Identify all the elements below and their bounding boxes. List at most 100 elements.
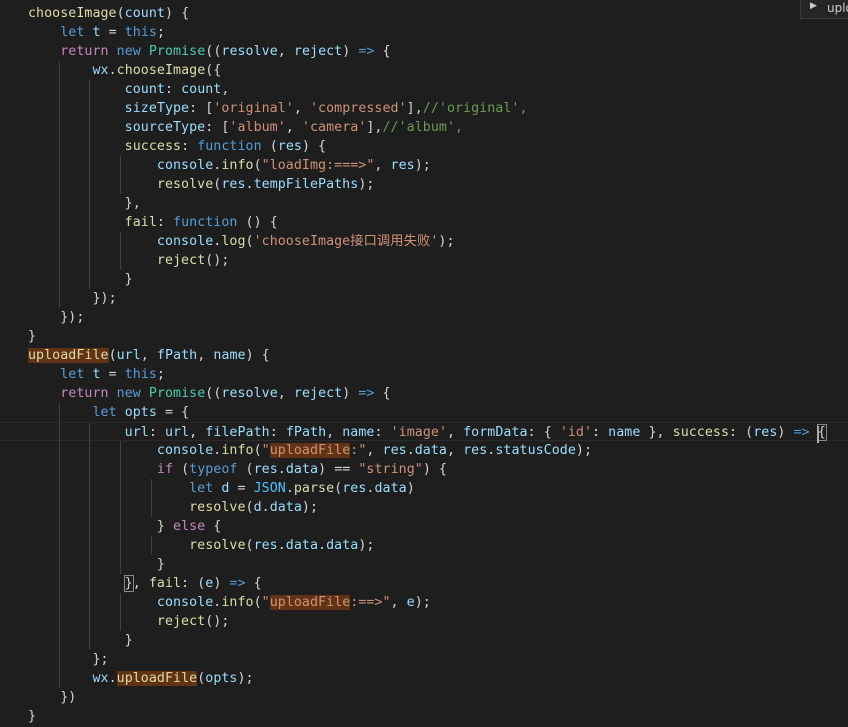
code-line[interactable]: console.info("uploadFile:==>", e); (0, 593, 848, 612)
code-token: ) (406, 481, 415, 496)
code-token: chooseImage (28, 6, 117, 21)
code-token: ) (777, 425, 794, 440)
code-line[interactable]: } (0, 555, 848, 574)
code-line[interactable]: count: count, (0, 80, 848, 99)
code-token: } (28, 329, 37, 344)
code-line[interactable]: let d = JSON.parse(res.data) (0, 479, 848, 498)
code-token: //'original', (422, 101, 528, 116)
code-editor[interactable]: chooseImage(count) { let t = this; retur… (0, 0, 848, 727)
code-token: = { (156, 405, 190, 420)
code-line[interactable]: }, fail: (e) => { (0, 574, 848, 593)
code-line[interactable]: return new Promise((resolve, reject) => … (0, 384, 848, 403)
code-token: log (221, 234, 246, 249)
code-token: wx (92, 63, 109, 78)
code-token: console (156, 234, 214, 249)
code-line[interactable]: reject(); (0, 251, 848, 270)
code-token: , (285, 120, 302, 135)
code-token: . (261, 500, 270, 515)
code-line-text: wx.chooseImage({ (28, 61, 221, 80)
code-token: , (447, 425, 464, 440)
code-line[interactable]: let opts = { (0, 403, 848, 422)
code-line[interactable]: let t = this; (0, 365, 848, 384)
code-line[interactable]: }); (0, 308, 848, 327)
code-line[interactable]: return new Promise((resolve, reject) => … (0, 42, 848, 61)
code-line[interactable]: } (0, 707, 848, 726)
code-line[interactable]: resolve(d.data); (0, 498, 848, 517)
code-line[interactable]: uploadFile(url, fPath, name) { (0, 346, 848, 365)
code-token: count (124, 82, 165, 97)
code-line[interactable]: wx.uploadFile(opts); (0, 669, 848, 688)
code-line[interactable]: } (0, 327, 848, 346)
code-line[interactable]: fail: function () { (0, 213, 848, 232)
code-token: " (261, 595, 270, 610)
code-token: data (326, 538, 359, 553)
code-line[interactable]: wx.chooseImage({ (0, 61, 848, 80)
code-line[interactable]: sizeType: ['original', 'compressed'],//'… (0, 99, 848, 118)
code-line[interactable]: } (0, 270, 848, 289)
code-token: , (189, 425, 206, 440)
code-token: ; (156, 25, 165, 40)
code-token: resolve (221, 44, 278, 59)
code-line[interactable]: resolve(res.data.data); (0, 536, 848, 555)
code-token: let (189, 481, 214, 496)
find-widget[interactable]: ▶ uplo (800, 0, 848, 19)
code-line[interactable]: }; (0, 650, 848, 669)
code-token: ) (342, 386, 359, 401)
code-token: ); (414, 595, 431, 610)
code-token: . (245, 177, 254, 192)
code-token: fail (124, 215, 157, 230)
code-line[interactable]: }); (0, 289, 848, 308)
code-line[interactable]: }, (0, 194, 848, 213)
code-line[interactable]: console.info("uploadFile:", res.data, re… (0, 441, 848, 460)
code-token: console (156, 443, 214, 458)
code-token: data (269, 500, 302, 515)
code-token: ) (213, 576, 230, 591)
code-line[interactable]: if (typeof (res.data) == "string") { (0, 460, 848, 479)
code-line-text: }; (28, 650, 109, 669)
code-token: if (156, 462, 174, 477)
code-token: (( (205, 386, 222, 401)
code-token: . (277, 462, 286, 477)
chevron-right-icon[interactable]: ▶ (810, 1, 817, 11)
code-line[interactable]: let t = this; (0, 23, 848, 42)
code-line[interactable]: } else { (0, 517, 848, 536)
code-token: : ( (181, 576, 206, 591)
code-line[interactable]: success: function (res) { (0, 137, 848, 156)
code-line[interactable]: }) (0, 688, 848, 707)
code-line[interactable]: chooseImage(count) { (0, 4, 848, 23)
code-line[interactable]: sourceType: ['album', 'camera'],//'album… (0, 118, 848, 137)
code-line[interactable]: console.info("loadImg:===>", res); (0, 156, 848, 175)
code-token: . (277, 538, 286, 553)
code-line-text: }) (28, 688, 76, 707)
code-token: else (173, 519, 206, 534)
code-token: res (253, 462, 278, 477)
code-line[interactable]: url: url, filePath: fPath, name: 'image'… (0, 422, 848, 442)
code-token: 'compressed' (309, 101, 407, 116)
code-line-text: resolve(res.tempFilePaths); (28, 175, 374, 194)
code-line[interactable]: console.log('chooseImage接口调用失败'); (0, 232, 848, 251)
code-token: }) (60, 690, 77, 705)
code-token: data (285, 462, 319, 477)
code-line[interactable]: resolve(res.tempFilePaths); (0, 175, 848, 194)
find-widget-text: uplo (827, 1, 848, 15)
code-line-text: url: url, filePath: fPath, name: 'image'… (28, 423, 827, 442)
code-line[interactable]: } (0, 631, 848, 650)
code-token: ; (156, 367, 165, 382)
code-line[interactable]: reject(); (0, 612, 848, 631)
code-line-text: }, (28, 194, 141, 213)
